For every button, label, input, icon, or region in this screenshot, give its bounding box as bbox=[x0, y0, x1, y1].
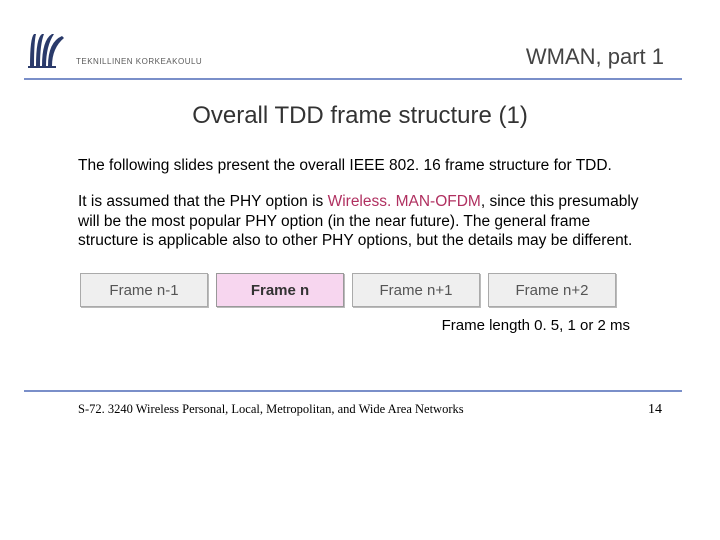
p2-part-a: It is assumed that the PHY option is bbox=[78, 193, 328, 210]
frame-box-current: Frame n bbox=[216, 273, 344, 307]
course-code: S-72. 3240 Wireless Personal, Local, Met… bbox=[78, 402, 464, 417]
body-text: The following slides present the overall… bbox=[0, 130, 720, 251]
frame-box: Frame n+1 bbox=[352, 273, 480, 307]
institution-name: TEKNILLINEN KORKEAKOULU bbox=[76, 57, 202, 72]
paragraph-2: It is assumed that the PHY option is Wir… bbox=[78, 192, 654, 251]
header-title: WMAN, part 1 bbox=[526, 44, 664, 72]
page-number: 14 bbox=[648, 402, 662, 418]
footer: S-72. 3240 Wireless Personal, Local, Met… bbox=[0, 392, 720, 418]
paragraph-1: The following slides present the overall… bbox=[78, 156, 654, 176]
slide-title: Overall TDD frame structure (1) bbox=[0, 102, 720, 130]
phy-option-highlight: Wireless. MAN-OFDM bbox=[328, 193, 481, 210]
header-rule bbox=[24, 78, 682, 80]
frames-row: Frame n-1 Frame n Frame n+1 Frame n+2 bbox=[80, 273, 720, 307]
header: TEKNILLINEN KORKEAKOULU WMAN, part 1 bbox=[0, 0, 720, 72]
logo-block: TEKNILLINEN KORKEAKOULU bbox=[24, 28, 202, 72]
frame-box: Frame n+2 bbox=[488, 273, 616, 307]
frame-box: Frame n-1 bbox=[80, 273, 208, 307]
frame-length-note: Frame length 0. 5, 1 or 2 ms bbox=[0, 307, 720, 334]
fan-logo-icon bbox=[24, 28, 68, 72]
slide: TEKNILLINEN KORKEAKOULU WMAN, part 1 Ove… bbox=[0, 0, 720, 540]
